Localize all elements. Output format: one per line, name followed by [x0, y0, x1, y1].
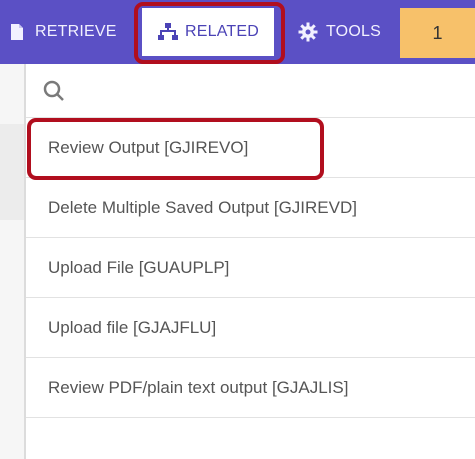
retrieve-label: RETRIEVE	[35, 23, 117, 40]
retrieve-button[interactable]: RETRIEVE	[0, 0, 130, 64]
list-item[interactable]: Upload file [GJAJFLU]	[26, 298, 475, 358]
notification-badge[interactable]: 1	[400, 8, 475, 58]
tools-label: TOOLS	[326, 23, 381, 40]
list-item[interactable]: Review PDF/plain text output [GJAJLIS]	[26, 358, 475, 418]
search-icon	[42, 79, 66, 103]
document-icon	[8, 23, 26, 41]
gear-icon	[298, 22, 318, 42]
tools-button[interactable]: TOOLS	[290, 0, 400, 64]
toolbar: RETRIEVE RELATED TOOLS 1	[0, 0, 475, 64]
related-label: RELATED	[184, 23, 259, 40]
left-strip	[0, 64, 24, 459]
search-input[interactable]	[74, 75, 454, 106]
related-dropdown-panel: Review Output [GJIREVO] Delete Multiple …	[24, 64, 475, 459]
list-item[interactable]: Review Output [GJIREVO]	[26, 118, 475, 178]
sitemap-icon	[157, 22, 179, 42]
left-strip-bar	[0, 124, 24, 220]
list-item[interactable]: Delete Multiple Saved Output [GJIREVD]	[26, 178, 475, 238]
list-item[interactable]: Upload File [GUAUPLP]	[26, 238, 475, 298]
notification-count: 1	[432, 22, 443, 43]
search-bar	[26, 64, 475, 118]
related-button[interactable]: RELATED	[142, 8, 274, 56]
results-list: Review Output [GJIREVO] Delete Multiple …	[26, 118, 475, 418]
